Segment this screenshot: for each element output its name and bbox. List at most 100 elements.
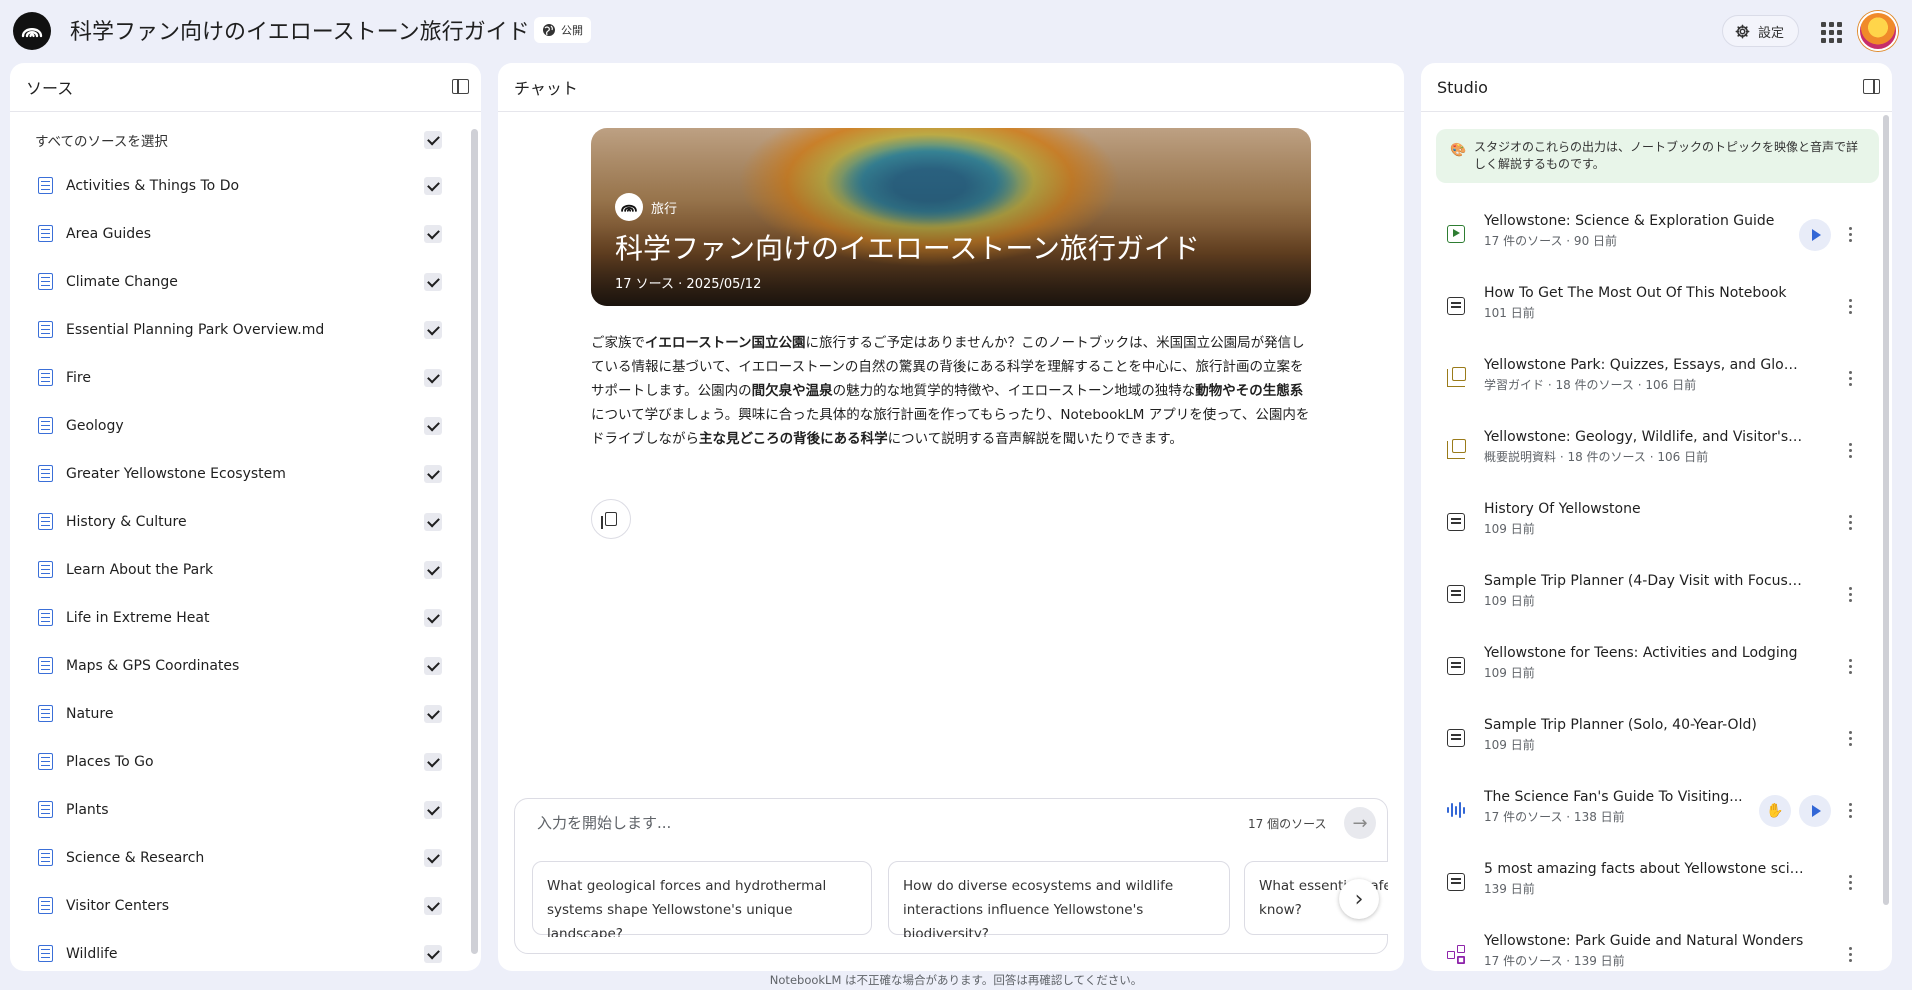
source-item[interactable]: Geology (10, 402, 470, 450)
document-icon (38, 417, 53, 434)
source-checkbox[interactable] (424, 465, 442, 483)
studio-item[interactable]: History Of Yellowstone 109 日前 (1421, 491, 1885, 563)
source-item-label: Learn About the Park (66, 562, 214, 578)
studio-item-meta: 109 日前 (1484, 738, 1535, 752)
more-vert-icon[interactable] (1847, 799, 1853, 821)
studio-item[interactable]: 5 most amazing facts about Yellowstone s… (1421, 851, 1885, 923)
sources-scrollbar[interactable] (471, 129, 478, 954)
palette-icon: 🎨 (1450, 143, 1467, 158)
source-item[interactable]: Nature (10, 690, 470, 738)
notebook-hero-image: 旅行 科学ファン向けのイエローストーン旅行ガイド 17 ソース · 2025/0… (591, 128, 1311, 306)
copy-button[interactable] (591, 499, 631, 539)
public-badge[interactable]: 公開 (534, 17, 591, 43)
apps-grid-icon[interactable] (1818, 19, 1842, 43)
carousel-next-button[interactable]: › (1339, 879, 1379, 919)
studio-item-title: The Science Fan's Guide To Visiting... (1484, 789, 1743, 805)
source-checkbox[interactable] (424, 513, 442, 531)
source-item[interactable]: Area Guides (10, 210, 470, 258)
source-checkbox[interactable] (424, 369, 442, 387)
avatar[interactable] (1858, 11, 1898, 51)
source-checkbox[interactable] (424, 753, 442, 771)
select-all-sources-row[interactable]: すべてのソースを選択 (10, 118, 470, 162)
source-item[interactable]: Life in Extreme Heat (10, 594, 470, 642)
more-vert-icon[interactable] (1847, 943, 1853, 965)
source-checkbox[interactable] (424, 945, 442, 963)
document-icon (38, 609, 53, 626)
source-checkbox[interactable] (424, 705, 442, 723)
source-checkbox[interactable] (424, 273, 442, 291)
document-icon (38, 513, 53, 530)
more-vert-icon[interactable] (1847, 367, 1853, 389)
document-icon (38, 705, 53, 722)
document-icon (38, 225, 53, 242)
studio-item-meta: 139 日前 (1484, 882, 1535, 896)
more-vert-icon[interactable] (1847, 511, 1853, 533)
source-checkbox[interactable] (424, 417, 442, 435)
play-button[interactable] (1799, 219, 1831, 251)
source-count: 17 個のソース (1248, 817, 1327, 831)
source-checkbox[interactable] (424, 177, 442, 195)
source-checkbox[interactable] (424, 561, 442, 579)
studio-item[interactable]: Yellowstone Park: Quizzes, Essays, and G… (1421, 347, 1885, 419)
source-item[interactable]: Visitor Centers (10, 882, 470, 930)
play-button[interactable] (1799, 795, 1831, 827)
summary-text: ご家族で (591, 335, 645, 351)
source-item-label: Places To Go (66, 754, 154, 770)
interactive-mode-button[interactable]: ✋ (1759, 795, 1791, 827)
more-vert-icon[interactable] (1847, 223, 1853, 245)
studio-scrollbar[interactable] (1883, 115, 1889, 905)
source-checkbox[interactable] (424, 657, 442, 675)
more-vert-icon[interactable] (1847, 871, 1853, 893)
studio-item[interactable]: Yellowstone: Science & Exploration Guide… (1421, 203, 1885, 275)
notebook-title[interactable]: 科学ファン向けのイエローストーン旅行ガイド (70, 14, 530, 46)
collapse-panel-icon[interactable] (1863, 79, 1880, 94)
hand-wave-icon: ✋ (1766, 803, 1784, 819)
studio-item[interactable]: How To Get The Most Out Of This Notebook… (1421, 275, 1885, 347)
document-icon (38, 753, 53, 770)
more-vert-icon[interactable] (1847, 727, 1853, 749)
source-checkbox[interactable] (424, 801, 442, 819)
note-icon (1447, 729, 1465, 747)
source-item[interactable]: Greater Yellowstone Ecosystem (10, 450, 470, 498)
studio-item[interactable]: The Science Fan's Guide To Visiting... 17… (1421, 779, 1885, 851)
source-item-label: History & Culture (66, 514, 187, 530)
studio-item[interactable]: Yellowstone: Park Guide and Natural Wond… (1421, 923, 1885, 971)
source-item[interactable]: Essential Planning Park Overview.md (10, 306, 470, 354)
settings-button[interactable]: 設定 (1722, 15, 1800, 47)
source-checkbox[interactable] (424, 609, 442, 627)
video-icon (1447, 225, 1465, 243)
source-item[interactable]: Learn About the Park (10, 546, 470, 594)
source-checkbox[interactable] (424, 849, 442, 867)
more-vert-icon[interactable] (1847, 655, 1853, 677)
summary-highlight: 動物やその生態系 (1195, 383, 1304, 399)
source-item[interactable]: Activities & Things To Do (10, 162, 470, 210)
send-button[interactable]: → (1344, 807, 1376, 839)
studio-item[interactable]: Yellowstone for Teens: Activities and Lo… (1421, 635, 1885, 707)
source-item[interactable]: Places To Go (10, 738, 470, 786)
document-icon (38, 177, 53, 194)
notebooklm-logo[interactable] (13, 12, 51, 50)
chat-input[interactable] (537, 811, 1137, 835)
source-item-label: Wildlife (66, 946, 118, 962)
source-item[interactable]: Science & Research (10, 834, 470, 882)
source-item[interactable]: Climate Change (10, 258, 470, 306)
copy-icon (601, 512, 617, 529)
suggestion-chip[interactable]: How do diverse ecosystems and wildlife i… (888, 861, 1230, 937)
more-vert-icon[interactable] (1847, 295, 1853, 317)
select-all-checkbox[interactable] (424, 131, 442, 149)
more-vert-icon[interactable] (1847, 439, 1853, 461)
source-checkbox[interactable] (424, 321, 442, 339)
source-item[interactable]: Maps & GPS Coordinates (10, 642, 470, 690)
studio-item[interactable]: Sample Trip Planner (4-Day Visit with Fo… (1421, 563, 1885, 635)
source-checkbox[interactable] (424, 225, 442, 243)
source-checkbox[interactable] (424, 897, 442, 915)
source-item[interactable]: Wildlife (10, 930, 470, 971)
source-item[interactable]: Fire (10, 354, 470, 402)
studio-item[interactable]: Yellowstone: Geology, Wildlife, and Visi… (1421, 419, 1885, 491)
source-item[interactable]: History & Culture (10, 498, 470, 546)
suggestion-chip[interactable]: What geological forces and hydrothermal … (532, 861, 872, 937)
more-vert-icon[interactable] (1847, 583, 1853, 605)
collapse-panel-icon[interactable] (452, 79, 469, 94)
studio-item[interactable]: Sample Trip Planner (Solo, 40-Year-Old) 1… (1421, 707, 1885, 779)
source-item[interactable]: Plants (10, 786, 470, 834)
